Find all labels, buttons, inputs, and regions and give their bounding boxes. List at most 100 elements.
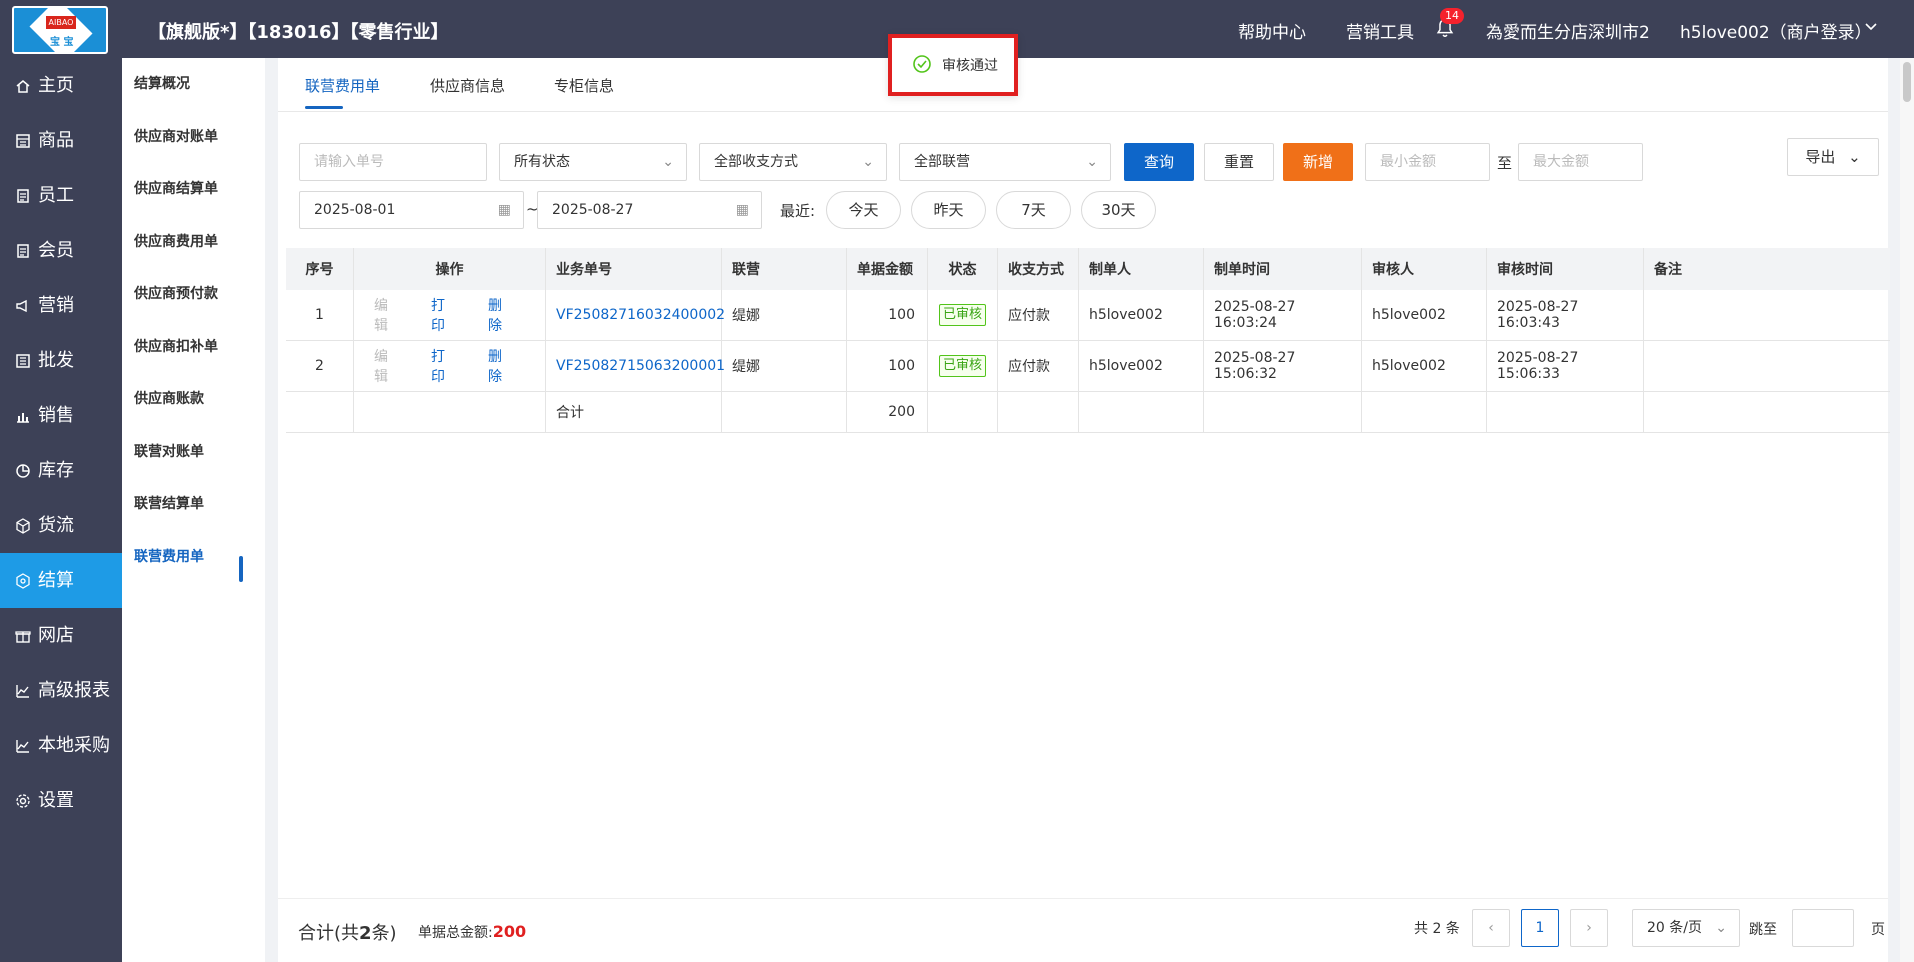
marketing-tools-link[interactable]: 营销工具	[1346, 18, 1414, 43]
query-button[interactable]: 查询	[1124, 143, 1194, 181]
status-select[interactable]: 所有状态 ⌄	[499, 143, 687, 181]
nav-label: 网店	[38, 625, 74, 646]
page-size-select[interactable]: 20 条/页 ⌄	[1632, 909, 1740, 947]
system-title: 【旗舰版*】【183016】【零售行业】	[148, 22, 449, 43]
subnav-item-supplier-prepayment[interactable]: 供应商预付款	[134, 268, 254, 320]
nav-marketing[interactable]: 营销	[0, 278, 122, 333]
nav-local-purchase[interactable]: 本地采购	[0, 718, 122, 773]
header-actions: 操作	[354, 248, 546, 290]
total-empty	[1644, 392, 1890, 432]
jump-page-input[interactable]	[1792, 909, 1854, 947]
range-to-label: 至	[1497, 154, 1513, 172]
user-account-menu[interactable]: h5love002（商户登录）	[1680, 18, 1872, 43]
notification-badge: 14	[1440, 8, 1464, 24]
table-header-row: 序号 操作 业务单号 联营 单据金额 状态 收支方式 制单人 制单时间 审核人 …	[286, 248, 1890, 290]
subnav-item-overview[interactable]: 结算概况	[134, 58, 254, 110]
row-order-no[interactable]: VF25082715063200001	[546, 341, 725, 391]
header-payment: 收支方式	[998, 248, 1079, 290]
delete-button[interactable]: 删除	[488, 346, 515, 386]
megaphone-icon	[14, 278, 32, 333]
wholesale-icon	[14, 333, 32, 388]
reset-button[interactable]: 重置	[1204, 143, 1274, 181]
order-link[interactable]: VF25082716032400002	[556, 307, 725, 323]
goods-icon	[14, 113, 32, 168]
recent-today-button[interactable]: 今天	[826, 191, 901, 229]
footer-summary: 合计(共2条)	[298, 919, 397, 945]
scrollbar-thumb[interactable]	[1903, 62, 1911, 102]
tab-counter-info[interactable]: 专柜信息	[554, 75, 614, 96]
max-amount-input[interactable]: 最大金额	[1518, 143, 1643, 181]
nav-staff[interactable]: 员工	[0, 168, 122, 223]
nav-settlement[interactable]: 结算	[0, 553, 122, 608]
min-amount-input[interactable]: 最小金额	[1365, 143, 1490, 181]
export-button[interactable]: 导出 ⌄	[1787, 138, 1879, 176]
edit-button[interactable]: 编辑	[374, 346, 401, 386]
next-page-button[interactable]: ›	[1570, 909, 1608, 947]
header-auditor: 审核人	[1362, 248, 1487, 290]
help-center-link[interactable]: 帮助中心	[1238, 18, 1306, 43]
joint-select[interactable]: 全部联营 ⌄	[899, 143, 1111, 181]
subnav-item-supplier-settlement[interactable]: 供应商结算单	[134, 163, 254, 215]
total-empty	[1204, 392, 1362, 432]
payment-method-select[interactable]: 全部收支方式 ⌄	[699, 143, 887, 181]
nav-home[interactable]: 主页	[0, 58, 122, 113]
nav-member[interactable]: 会员	[0, 223, 122, 278]
nav-goods[interactable]: 商品	[0, 113, 122, 168]
nav-sales[interactable]: 销售	[0, 388, 122, 443]
header-joint: 联营	[722, 248, 847, 290]
recent-30days-button[interactable]: 30天	[1081, 191, 1156, 229]
date-end-input[interactable]: 2025-08-27 ▦	[537, 191, 762, 229]
chevron-down-icon: ⌄	[662, 154, 674, 170]
delete-button[interactable]: 删除	[488, 295, 515, 335]
chevron-down-icon: ⌄	[862, 154, 874, 170]
subnav-item-joint-expense[interactable]: 联营费用单	[134, 531, 254, 583]
nav-advanced-report[interactable]: 高级报表	[0, 663, 122, 718]
subnav-item-supplier-account[interactable]: 供应商账款	[134, 373, 254, 425]
total-amount: 200	[847, 392, 928, 432]
add-button[interactable]: 新增	[1283, 143, 1353, 181]
recent-yesterday-button[interactable]: 昨天	[911, 191, 986, 229]
subnav-item-supplier-deduction[interactable]: 供应商扣补单	[134, 321, 254, 373]
row-joint: 缇娜	[722, 290, 847, 340]
nav-logistics[interactable]: 货流	[0, 498, 122, 553]
subnav-item-joint-settlement[interactable]: 联营结算单	[134, 478, 254, 530]
order-link[interactable]: VF25082715063200001	[556, 358, 725, 374]
total-empty	[1362, 392, 1487, 432]
row-audited-time: 2025-08-27 16:03:43	[1487, 290, 1644, 340]
table-row[interactable]: 1 编辑 打印 删除 VF25082716032400002 缇娜 100 已审…	[286, 290, 1890, 341]
total-empty	[286, 392, 354, 432]
chevron-down-icon[interactable]	[1864, 20, 1878, 34]
total-empty	[928, 392, 998, 432]
tab-supplier-info[interactable]: 供应商信息	[430, 75, 505, 96]
nav-label: 结算	[38, 570, 74, 591]
recent-7days-button[interactable]: 7天	[996, 191, 1071, 229]
vertical-scrollbar[interactable]	[1900, 58, 1914, 962]
order-number-input[interactable]: 请输入单号	[299, 143, 487, 181]
tab-joint-expense[interactable]: 联营费用单	[305, 75, 380, 96]
subnav-item-joint-statement[interactable]: 联营对账单	[134, 426, 254, 478]
nav-settings[interactable]: 设置	[0, 773, 122, 828]
subnav-item-supplier-expense[interactable]: 供应商费用单	[134, 216, 254, 268]
print-button[interactable]: 打印	[431, 295, 458, 335]
subnav-item-supplier-statement[interactable]: 供应商对账单	[134, 111, 254, 163]
nav-wholesale[interactable]: 批发	[0, 333, 122, 388]
prev-page-button[interactable]: ‹	[1472, 909, 1510, 947]
page-1-button[interactable]: 1	[1521, 909, 1559, 947]
aibao-logo[interactable]: AIBAO 宝 宝	[12, 6, 108, 54]
row-note	[1644, 341, 1890, 391]
calendar-icon: ▦	[497, 202, 511, 218]
print-button[interactable]: 打印	[431, 346, 458, 386]
nav-webstore[interactable]: 网店	[0, 608, 122, 663]
header-amount: 单据金额	[847, 248, 928, 290]
store-name[interactable]: 為愛而生分店深圳市2	[1486, 18, 1650, 43]
status-badge: 已审核	[938, 304, 986, 326]
nav-label: 商品	[38, 130, 74, 151]
date-start-input[interactable]: 2025-08-01 ▦	[299, 191, 524, 229]
nav-inventory[interactable]: 库存	[0, 443, 122, 498]
cube-icon	[14, 498, 32, 553]
check-circle-icon	[913, 55, 931, 73]
table-row[interactable]: 2 编辑 打印 删除 VF25082715063200001 缇娜 100 已审…	[286, 341, 1890, 392]
table-footer: 合计(共2条) 单据总金额:200 共 2 条 ‹ 1 › 20 条/页 ⌄ 跳…	[278, 898, 1888, 962]
row-order-no[interactable]: VF25082716032400002	[546, 290, 725, 340]
edit-button[interactable]: 编辑	[374, 295, 401, 335]
